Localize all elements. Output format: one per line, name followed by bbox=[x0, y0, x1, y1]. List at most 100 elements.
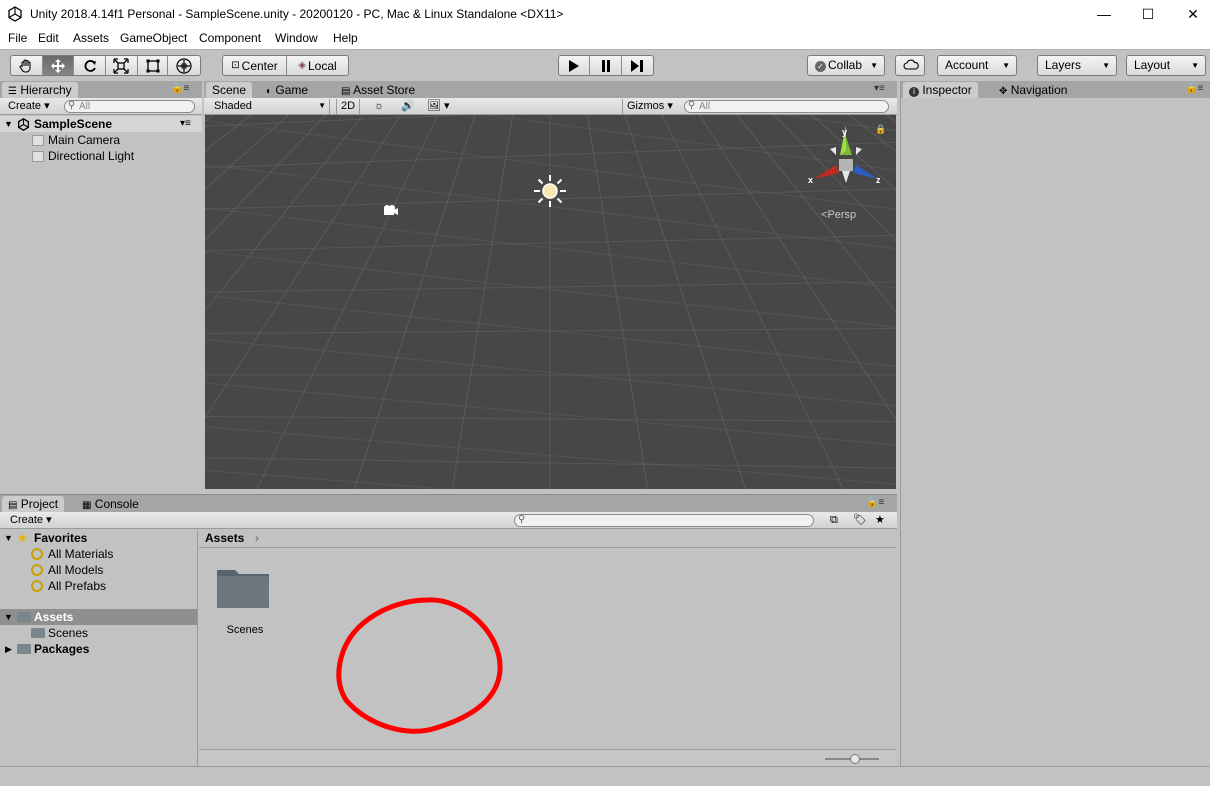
hierarchy-create-button[interactable]: Create ▾ bbox=[4, 99, 54, 114]
project-tabstrip: ▤ Project ▦ Console 🔒≡ bbox=[0, 495, 897, 512]
account-dropdown[interactable]: Account ▼ bbox=[937, 55, 1017, 76]
play-controls bbox=[558, 55, 654, 76]
scene-search-input[interactable]: ⚲ All bbox=[684, 100, 889, 113]
effects-toggle-icon[interactable]: 🖼 ▾ bbox=[423, 99, 454, 114]
menu-window[interactable]: Window bbox=[275, 31, 318, 45]
lighting-toggle-icon[interactable]: ☼ bbox=[370, 99, 388, 114]
assets-folder-row[interactable]: ▼ Assets bbox=[0, 609, 197, 625]
breadcrumb-assets[interactable]: Assets bbox=[205, 531, 244, 545]
menu-gameobject[interactable]: GameObject bbox=[120, 31, 187, 45]
favorite-star-icon[interactable]: ★ bbox=[871, 513, 889, 528]
audio-toggle-icon[interactable]: 🔊 bbox=[397, 99, 419, 114]
mode-2d-button[interactable]: 2D bbox=[336, 99, 361, 114]
tab-scene[interactable]: Scene bbox=[206, 82, 253, 98]
scale-tool-button[interactable] bbox=[106, 56, 138, 75]
assets-folder-label: Assets bbox=[34, 610, 74, 624]
tab-console[interactable]: ▦ Console bbox=[76, 496, 145, 512]
menu-help[interactable]: Help bbox=[333, 31, 358, 45]
favorite-item[interactable]: All Prefabs bbox=[0, 578, 197, 594]
scene-root-row[interactable]: ▼ SampleScene ▾≡ bbox=[0, 116, 202, 132]
panel-options-icon[interactable]: 🔒≡ bbox=[866, 497, 884, 508]
close-button[interactable]: ✕ bbox=[1170, 0, 1210, 29]
tab-game[interactable]: ◐ Game bbox=[260, 82, 314, 98]
tab-asset-store[interactable]: ▤ Asset Store bbox=[335, 82, 421, 98]
favorites-row[interactable]: ▼ ★ Favorites bbox=[0, 530, 197, 546]
hierarchy-item-label: Main Camera bbox=[48, 133, 121, 147]
maximize-button[interactable]: ☐ bbox=[1125, 0, 1171, 29]
hierarchy-search-input[interactable]: ⚲ All bbox=[64, 100, 195, 113]
folder-icon bbox=[17, 644, 31, 654]
hierarchy-subbar: Create ▾ ⚲ All bbox=[0, 98, 202, 115]
favorite-item-label: All Materials bbox=[48, 547, 114, 561]
favorite-item[interactable]: All Materials bbox=[0, 546, 197, 562]
console-tab-label: Console bbox=[94, 497, 139, 511]
transform-icon bbox=[176, 57, 192, 74]
axis-y-label: y bbox=[842, 127, 847, 137]
hierarchy-search-placeholder: All bbox=[79, 101, 91, 112]
rotate-tool-button[interactable] bbox=[74, 56, 107, 75]
scene-tab-label: Scene bbox=[212, 83, 247, 97]
grid-line bbox=[205, 115, 327, 241]
menu-component[interactable]: Component bbox=[199, 31, 261, 45]
saved-search-icon bbox=[31, 564, 43, 576]
menu-file[interactable]: File bbox=[8, 31, 27, 45]
play-button[interactable] bbox=[559, 56, 591, 75]
account-label: Account bbox=[945, 58, 989, 72]
move-tool-button[interactable] bbox=[42, 56, 75, 75]
folder-row[interactable]: Scenes bbox=[0, 625, 197, 641]
menu-edit[interactable]: Edit bbox=[38, 31, 59, 45]
window-title: Unity 2018.4.14f1 Personal - SampleScene… bbox=[30, 7, 564, 21]
chevron-right-icon: › bbox=[255, 531, 259, 545]
pivot-center-button[interactable]: ⊡ Center bbox=[223, 56, 287, 75]
panel-options-icon[interactable]: 🔒≡ bbox=[171, 83, 189, 94]
asset-tile[interactable]: Scenes bbox=[213, 564, 277, 636]
tab-project[interactable]: ▤ Project bbox=[2, 496, 65, 512]
hierarchy-item[interactable]: Main Camera bbox=[0, 132, 202, 148]
layout-dropdown[interactable]: Layout ▼ bbox=[1126, 55, 1206, 76]
project-create-button[interactable]: Create ▾ bbox=[6, 513, 56, 528]
gizmo-lock-icon[interactable]: 🔒 bbox=[875, 124, 886, 135]
cloud-button[interactable] bbox=[895, 55, 925, 76]
scene-viewport[interactable]: y x z 🔒 <Persp bbox=[205, 115, 896, 489]
transform-tool-button[interactable] bbox=[168, 56, 200, 75]
grid-line bbox=[354, 115, 476, 489]
shading-mode-label: Shaded bbox=[214, 100, 252, 112]
tab-inspector[interactable]: i Inspector bbox=[903, 82, 978, 98]
pivot-local-button[interactable]: ◈ Local bbox=[287, 56, 348, 75]
packages-folder-row[interactable]: ▶ Packages bbox=[0, 641, 197, 657]
panel-options-icon[interactable]: ▾≡ bbox=[874, 83, 885, 94]
camera-icon[interactable] bbox=[381, 203, 399, 217]
project-folder-tree: ▼ ★ Favorites All Materials All Models A… bbox=[0, 530, 198, 767]
tab-hierarchy[interactable]: ☰ Hierarchy bbox=[2, 82, 78, 98]
menu-assets[interactable]: Assets bbox=[73, 31, 109, 45]
favorite-item-label: All Prefabs bbox=[48, 579, 107, 593]
grid-line bbox=[205, 115, 215, 122]
navigation-icon: ✥ bbox=[999, 86, 1008, 97]
panel-options-icon[interactable]: 🔒≡ bbox=[1185, 83, 1203, 94]
scene-options-icon[interactable]: ▾≡ bbox=[180, 116, 191, 132]
scene-search-placeholder: All bbox=[699, 101, 711, 112]
hand-tool-button[interactable] bbox=[11, 56, 43, 75]
star-icon: ★ bbox=[17, 531, 28, 545]
orientation-gizmo[interactable]: y x z bbox=[806, 121, 886, 201]
filter-by-label-icon[interactable]: 🏷 bbox=[849, 513, 871, 528]
hierarchy-item[interactable]: Directional Light bbox=[0, 148, 202, 164]
tab-navigation[interactable]: ✥ Navigation bbox=[993, 82, 1073, 98]
collab-dropdown[interactable]: ✓ Collab ▼ bbox=[807, 55, 885, 76]
folder-icon: ▤ bbox=[8, 500, 18, 511]
shading-mode-dropdown[interactable]: Shaded ▼ bbox=[210, 99, 330, 114]
pause-button[interactable] bbox=[590, 56, 622, 75]
layers-dropdown[interactable]: Layers ▼ bbox=[1037, 55, 1117, 76]
rect-tool-button[interactable] bbox=[138, 56, 169, 75]
persp-label[interactable]: <Persp bbox=[821, 209, 856, 221]
minimize-button[interactable]: — bbox=[1081, 0, 1127, 29]
status-bar bbox=[0, 766, 1210, 786]
filter-by-type-icon[interactable]: ⧉ bbox=[826, 513, 842, 528]
project-search-input[interactable]: ⚲ bbox=[514, 514, 814, 527]
favorite-item[interactable]: All Models bbox=[0, 562, 197, 578]
directional-light-icon[interactable] bbox=[532, 173, 568, 209]
hierarchy-item-label: Directional Light bbox=[48, 149, 135, 163]
slider-thumb[interactable] bbox=[850, 754, 860, 764]
gizmos-dropdown[interactable]: Gizmos ▾ bbox=[622, 99, 677, 114]
step-button[interactable] bbox=[622, 56, 653, 75]
